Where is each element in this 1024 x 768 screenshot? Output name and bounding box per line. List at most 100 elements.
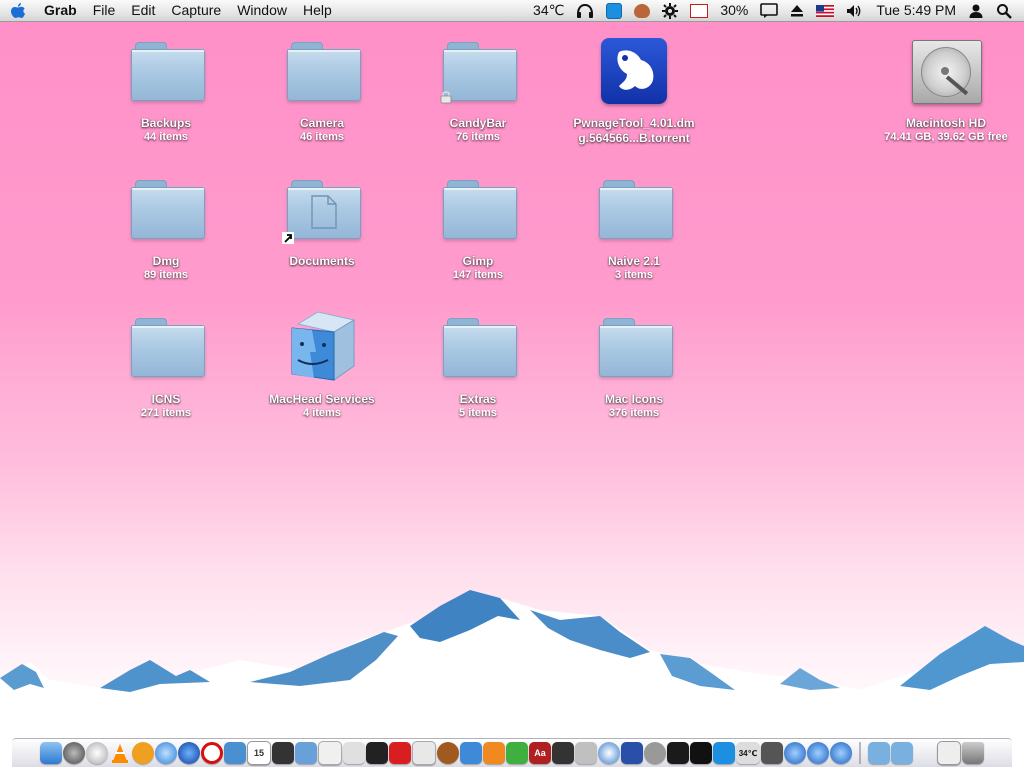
icon-label: Dmg	[152, 254, 180, 268]
fast-forward-button-icon[interactable]	[830, 742, 852, 764]
battery-status[interactable]: 30%	[714, 0, 754, 21]
network-dock-icon[interactable]	[295, 742, 317, 764]
desktop-icon-camera[interactable]: Camera 46 items	[252, 36, 392, 144]
us-flag-input-icon[interactable]	[810, 4, 840, 17]
globe-dock-icon[interactable]	[178, 742, 200, 764]
trash-icon[interactable]	[962, 742, 984, 764]
gear-status-icon[interactable]	[656, 2, 684, 19]
dictionary-dock-icon[interactable]: Aa	[529, 742, 551, 764]
gear-dock-icon[interactable]	[644, 742, 666, 764]
dvd-player-dock-icon[interactable]	[86, 742, 108, 764]
teamviewer-dock-icon[interactable]	[713, 742, 735, 764]
desktop-icon-macintosh-hd[interactable]: Macintosh HD 74.41 GB, 39.62 GB free	[876, 36, 1016, 144]
alias-arrow-icon	[282, 232, 294, 244]
desktop-icon-dmg[interactable]: Dmg 89 items	[96, 174, 236, 282]
folder-icon	[440, 174, 517, 246]
desktop-icon-mac-icons[interactable]: Mac Icons 376 items	[564, 312, 704, 420]
desktop-icon-backups[interactable]: Backups 44 items	[96, 36, 236, 144]
folder-icon	[440, 312, 517, 384]
icon-label: Mac Icons	[604, 392, 664, 406]
desktop-icon-extras[interactable]: Extras 5 items	[408, 312, 548, 420]
desktop-icon-candybar[interactable]: CandyBar 76 items	[408, 36, 548, 144]
play-button-icon[interactable]	[807, 742, 829, 764]
icon-item-count: 76 items	[455, 131, 501, 143]
dock: 15 Aa 34℃	[12, 738, 1012, 767]
applications-folder-icon[interactable]	[868, 742, 890, 764]
desktop-icon-gimp[interactable]: Gimp 147 items	[408, 174, 548, 282]
icon-item-count: 376 items	[608, 407, 660, 419]
clapper-board-icon[interactable]	[366, 742, 388, 764]
preview-dock-icon[interactable]	[318, 741, 342, 765]
finder-dock-icon[interactable]	[40, 742, 62, 764]
desktop[interactable]: Grab File Edit Capture Window Help 34℃ 3…	[0, 0, 1024, 768]
acrobat-dock-icon[interactable]	[389, 742, 411, 764]
activity-monitor-icon[interactable]	[667, 742, 689, 764]
icon-item-count: 44 items	[143, 131, 189, 143]
opera-dock-icon[interactable]	[201, 742, 223, 764]
camera-dock-icon[interactable]	[272, 742, 294, 764]
finder-cube-icon	[284, 311, 360, 384]
headphones-icon[interactable]	[570, 3, 600, 19]
safari-compass-icon[interactable]	[155, 742, 177, 764]
vlc-cone-icon[interactable]	[109, 742, 131, 764]
clock[interactable]: Tue 5:49 PM	[870, 0, 962, 21]
excel-dock-icon[interactable]	[506, 742, 528, 764]
icon-label-line2: g.564566...B.torrent	[578, 131, 690, 145]
utilities-folder-icon[interactable]	[891, 742, 913, 764]
temperature-status[interactable]: 34℃	[527, 0, 570, 21]
menu-edit[interactable]: Edit	[123, 0, 163, 21]
desktop-icon-documents[interactable]: Documents	[252, 174, 392, 269]
lock-icon	[440, 91, 452, 104]
folder-icon	[596, 174, 673, 246]
home-dock-icon[interactable]	[598, 742, 620, 764]
computer-dock-icon[interactable]	[575, 742, 597, 764]
desktop-icon-icns[interactable]: ICNS 271 items	[96, 312, 236, 420]
icon-item-count: 46 items	[299, 131, 345, 143]
growl-icon[interactable]	[628, 3, 656, 18]
icon-label: CandyBar	[449, 116, 507, 130]
headphones-dock-icon[interactable]	[132, 742, 154, 764]
eject-icon[interactable]	[784, 4, 810, 18]
icon-item-count: 3 items	[615, 269, 653, 281]
desktop-icon-naive[interactable]: Naive 2.1 3 items	[564, 174, 704, 282]
icon-label: Extras	[459, 392, 497, 406]
menu-window[interactable]: Window	[229, 0, 295, 21]
apple-menu-icon[interactable]	[0, 2, 36, 20]
desktop-icon-pwnagetool-torrent[interactable]: PwnageTool_4.01.dm g.564566...B.torrent	[564, 36, 704, 146]
screen-sharing-icon[interactable]	[761, 742, 783, 764]
dock-separator	[859, 742, 861, 764]
volume-icon[interactable]	[840, 4, 870, 18]
terminal-dock-icon[interactable]	[690, 742, 712, 764]
downloads-stack-icon[interactable]	[937, 741, 961, 765]
football-dock-icon[interactable]	[437, 742, 459, 764]
dashboard-dock-icon[interactable]	[63, 742, 85, 764]
mail-stamp-icon[interactable]	[224, 742, 246, 764]
icon-item-count: 147 items	[452, 269, 504, 281]
shield-dock-icon[interactable]	[621, 742, 643, 764]
folder-icon	[284, 36, 361, 108]
temperature-dock-icon[interactable]: 34℃	[736, 742, 760, 764]
app-menu-grab[interactable]: Grab	[36, 0, 85, 21]
ram-monitor-icon[interactable]	[684, 3, 714, 18]
speech-bubble-icon[interactable]	[754, 2, 784, 19]
tools-dock-icon[interactable]	[343, 742, 365, 764]
camcorder-dock-icon[interactable]	[552, 742, 574, 764]
menu-file[interactable]: File	[85, 0, 124, 21]
spotlight-search-icon[interactable]	[990, 3, 1018, 19]
folder-icon	[128, 174, 205, 246]
menu-help[interactable]: Help	[295, 0, 340, 21]
powerpoint-dock-icon[interactable]	[483, 742, 505, 764]
icon-disk-info: 74.41 GB, 39.62 GB free	[884, 131, 1008, 143]
icon-label: PwnageTool_4.01.dm	[573, 116, 695, 130]
rewind-button-icon[interactable]	[784, 742, 806, 764]
user-account-icon[interactable]	[962, 3, 990, 19]
teamviewer-icon[interactable]	[600, 2, 628, 19]
icon-label: Naive 2.1	[607, 254, 661, 268]
folder-icon	[440, 36, 517, 108]
word-dock-icon[interactable]	[460, 742, 482, 764]
calendar-dock-icon[interactable]: 15	[247, 741, 271, 765]
menu-capture[interactable]: Capture	[163, 0, 229, 21]
script-editor-icon[interactable]	[412, 741, 436, 765]
desktop-icon-machead-services[interactable]: MacHead Services 4 items	[252, 311, 392, 420]
